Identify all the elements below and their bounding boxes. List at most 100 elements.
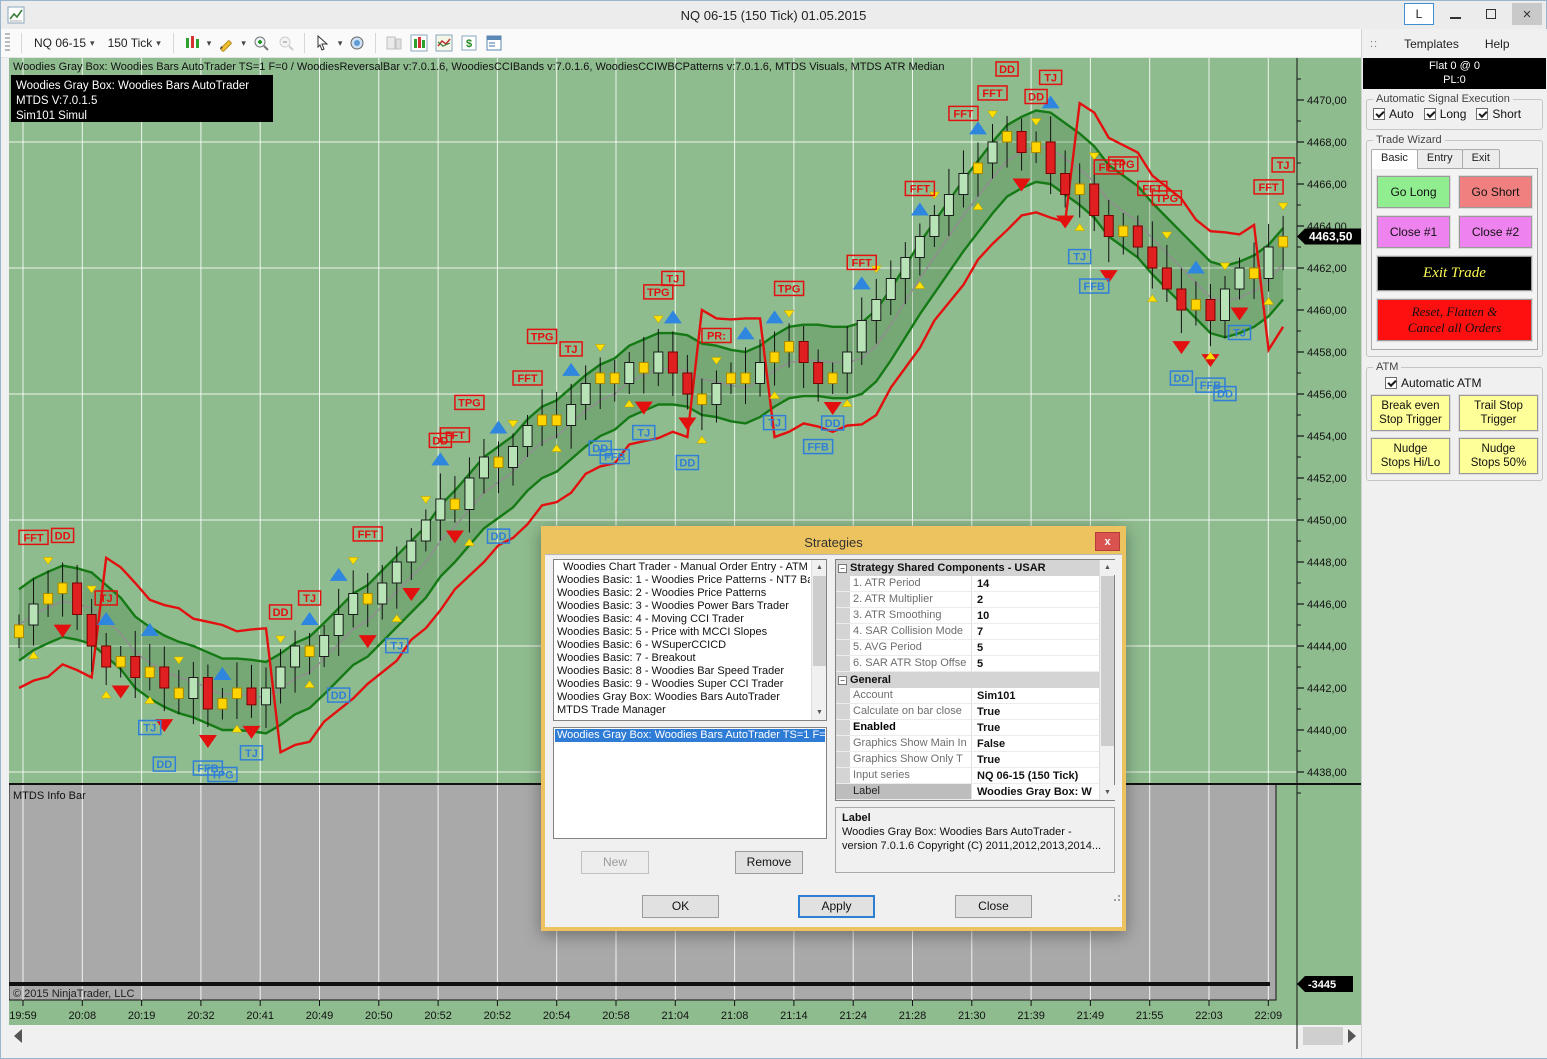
strategy-list-item[interactable]: Woodies Gray Box: Woodies Bars AutoTrade… <box>555 691 810 704</box>
toolbar-grip[interactable] <box>5 33 10 53</box>
strategy-list-item[interactable]: Woodies Basic: 8 - Woodies Bar Speed Tra… <box>555 665 810 678</box>
trail-stop-button[interactable]: Trail Stop Trigger <box>1459 395 1538 431</box>
account-data-icon[interactable]: $ <box>459 33 479 53</box>
available-strategies-list[interactable]: Woodies Chart Trader - Manual Order Entr… <box>553 559 827 721</box>
strategy-list-item[interactable]: Woodies Basic: 3 - Woodies Power Bars Tr… <box>555 600 810 613</box>
strategy-list-item[interactable]: Woodies Basic: 6 - WSuperCCICD <box>555 639 810 652</box>
menu-templates[interactable]: Templates <box>1404 37 1459 51</box>
reset-line-1: Reset, Flatten & <box>1412 304 1498 319</box>
close-dialog-button[interactable]: Close <box>955 895 1032 918</box>
panel-menu-grip[interactable]: :: <box>1370 38 1378 50</box>
price-axis-label: 4438,00 <box>1307 767 1347 779</box>
strategy-list-item[interactable]: MTDS Trade Manager <box>555 704 810 717</box>
scroll-up-icon[interactable]: ▲ <box>812 560 827 575</box>
tab-exit[interactable]: Exit <box>1462 149 1500 168</box>
resize-grip[interactable] <box>1113 894 1121 902</box>
strategy-property-grid[interactable]: −Strategy Shared Components - USAR1. ATR… <box>835 559 1115 801</box>
new-button[interactable]: New <box>581 851 649 874</box>
property-section-header[interactable]: −Strategy Shared Components - USAR <box>836 560 1099 576</box>
interval-selector[interactable]: 150 Tick ▾ <box>104 34 165 52</box>
automatic-atm-checkbox[interactable]: Automatic ATM <box>1371 374 1538 390</box>
chevron-down-icon[interactable]: ▾ <box>207 38 212 49</box>
zoom-out-icon[interactable] <box>276 33 296 53</box>
auto-exec-checkbox[interactable]: Long <box>1424 107 1467 121</box>
list-scrollbar[interactable]: ▲ ▼ <box>811 560 826 720</box>
dialog-titlebar[interactable]: Strategies x <box>545 530 1122 554</box>
break-even-button[interactable]: Break even Stop Trigger <box>1371 395 1450 431</box>
scroll-up-icon[interactable]: ▲ <box>1100 560 1115 575</box>
draw-tool-icon[interactable] <box>216 33 236 53</box>
nudge-50-button[interactable]: Nudge Stops 50% <box>1459 438 1538 474</box>
property-row[interactable]: Graphics Show Only TTrue <box>836 752 1099 768</box>
maximize-button[interactable] <box>1476 3 1506 25</box>
indicators-icon[interactable] <box>409 33 429 53</box>
cursor-tool-icon[interactable] <box>313 33 333 53</box>
candle-body <box>421 520 430 541</box>
chevron-down-icon[interactable]: ▾ <box>338 38 343 49</box>
auto-exec-checkbox[interactable]: Short <box>1476 107 1521 121</box>
property-value: Sim101 <box>972 690 1099 702</box>
price-axis-label: 4450,00 <box>1307 515 1347 527</box>
strategy-list-item[interactable]: Woodies Basic: 1 - Woodies Price Pattern… <box>555 574 810 587</box>
reset-flatten-button[interactable]: Reset, Flatten & Cancel all Orders <box>1377 299 1532 341</box>
collapse-icon[interactable]: − <box>838 564 847 573</box>
property-row[interactable]: 1. ATR Period14 <box>836 576 1099 592</box>
scroll-thumb[interactable] <box>1101 576 1114 746</box>
go-short-button[interactable]: Go Short <box>1459 176 1532 208</box>
scroll-down-icon[interactable]: ▼ <box>812 705 827 720</box>
grid-scrollbar[interactable]: ▲ ▼ <box>1099 560 1114 800</box>
nudge-hilo-button[interactable]: Nudge Stops Hi/Lo <box>1371 438 1450 474</box>
checkbox-label: Long <box>1440 107 1467 121</box>
property-section-header[interactable]: −General <box>836 672 1099 688</box>
remove-button[interactable]: Remove <box>735 851 803 874</box>
candle-body <box>1250 268 1259 279</box>
auto-exec-checkbox[interactable]: Auto <box>1373 107 1414 121</box>
data-box-icon[interactable] <box>347 33 367 53</box>
close-1-button[interactable]: Close #1 <box>1377 216 1450 248</box>
strategy-list-item[interactable]: Woodies Basic: 4 - Moving CCI Trader <box>555 613 810 626</box>
collapse-icon[interactable]: − <box>838 676 847 685</box>
strategy-list-item[interactable]: Woodies Chart Trader - Manual Order Entr… <box>555 561 810 574</box>
menu-help[interactable]: Help <box>1485 37 1510 51</box>
chart-style-icon[interactable] <box>182 33 202 53</box>
selected-strategy-item[interactable]: Woodies Gray Box: Woodies Bars AutoTrade… <box>555 729 825 742</box>
property-row[interactable]: Calculate on bar closeTrue <box>836 704 1099 720</box>
link-button[interactable]: L <box>1404 3 1434 25</box>
strategy-list-item[interactable]: Woodies Basic: 9 - Woodies Super CCI Tra… <box>555 678 810 691</box>
applied-strategies-list[interactable]: Woodies Gray Box: Woodies Bars AutoTrade… <box>553 727 827 839</box>
ok-button[interactable]: OK <box>642 895 719 918</box>
properties-icon[interactable] <box>484 33 504 53</box>
chart-trader-icon[interactable] <box>384 33 404 53</box>
strategy-list-item[interactable]: Woodies Basic: 7 - Breakout <box>555 652 810 665</box>
tab-basic[interactable]: Basic <box>1371 149 1418 169</box>
zoom-in-icon[interactable] <box>251 33 271 53</box>
property-row[interactable]: 2. ATR Multiplier2 <box>836 592 1099 608</box>
property-row[interactable]: Input seriesNQ 06-15 (150 Tick) <box>836 768 1099 784</box>
property-row[interactable]: Graphics Show Main InFalse <box>836 736 1099 752</box>
close-2-button[interactable]: Close #2 <box>1459 216 1532 248</box>
candle-body <box>697 394 706 405</box>
minimize-button[interactable] <box>1440 3 1470 25</box>
window-titlebar[interactable]: NQ 06-15 (150 Tick) 01.05.2015 L × <box>1 1 1546 29</box>
time-axis-label: 21:39 <box>1017 1010 1045 1022</box>
property-row[interactable]: EnabledTrue <box>836 720 1099 736</box>
strategy-list-item[interactable]: Woodies Basic: 5 - Price with MCCI Slope… <box>555 626 810 639</box>
scroll-thumb[interactable] <box>813 576 826 666</box>
tab-entry[interactable]: Entry <box>1417 149 1463 168</box>
apply-button[interactable]: Apply <box>798 895 875 918</box>
property-row[interactable]: 5. AVG Period5 <box>836 640 1099 656</box>
instrument-selector[interactable]: NQ 06-15 ▾ <box>30 34 99 52</box>
property-row[interactable]: LabelWoodies Gray Box: W <box>836 784 1099 800</box>
dialog-close-button[interactable]: x <box>1095 532 1120 551</box>
close-button[interactable]: × <box>1512 3 1542 25</box>
strategy-list-item[interactable]: Woodies Basic: 2 - Woodies Price Pattern… <box>555 587 810 600</box>
property-row[interactable]: 3. ATR Smoothing10 <box>836 608 1099 624</box>
go-long-button[interactable]: Go Long <box>1377 176 1450 208</box>
property-row[interactable]: AccountSim101 <box>836 688 1099 704</box>
regions-icon[interactable] <box>434 33 454 53</box>
property-row[interactable]: 4. SAR Collision Mode7 <box>836 624 1099 640</box>
property-row[interactable]: 6. SAR ATR Stop Offse5 <box>836 656 1099 672</box>
chevron-down-icon[interactable]: ▾ <box>241 38 246 49</box>
exit-trade-button[interactable]: Exit Trade <box>1377 256 1532 291</box>
scroll-down-icon[interactable]: ▼ <box>1100 785 1115 800</box>
